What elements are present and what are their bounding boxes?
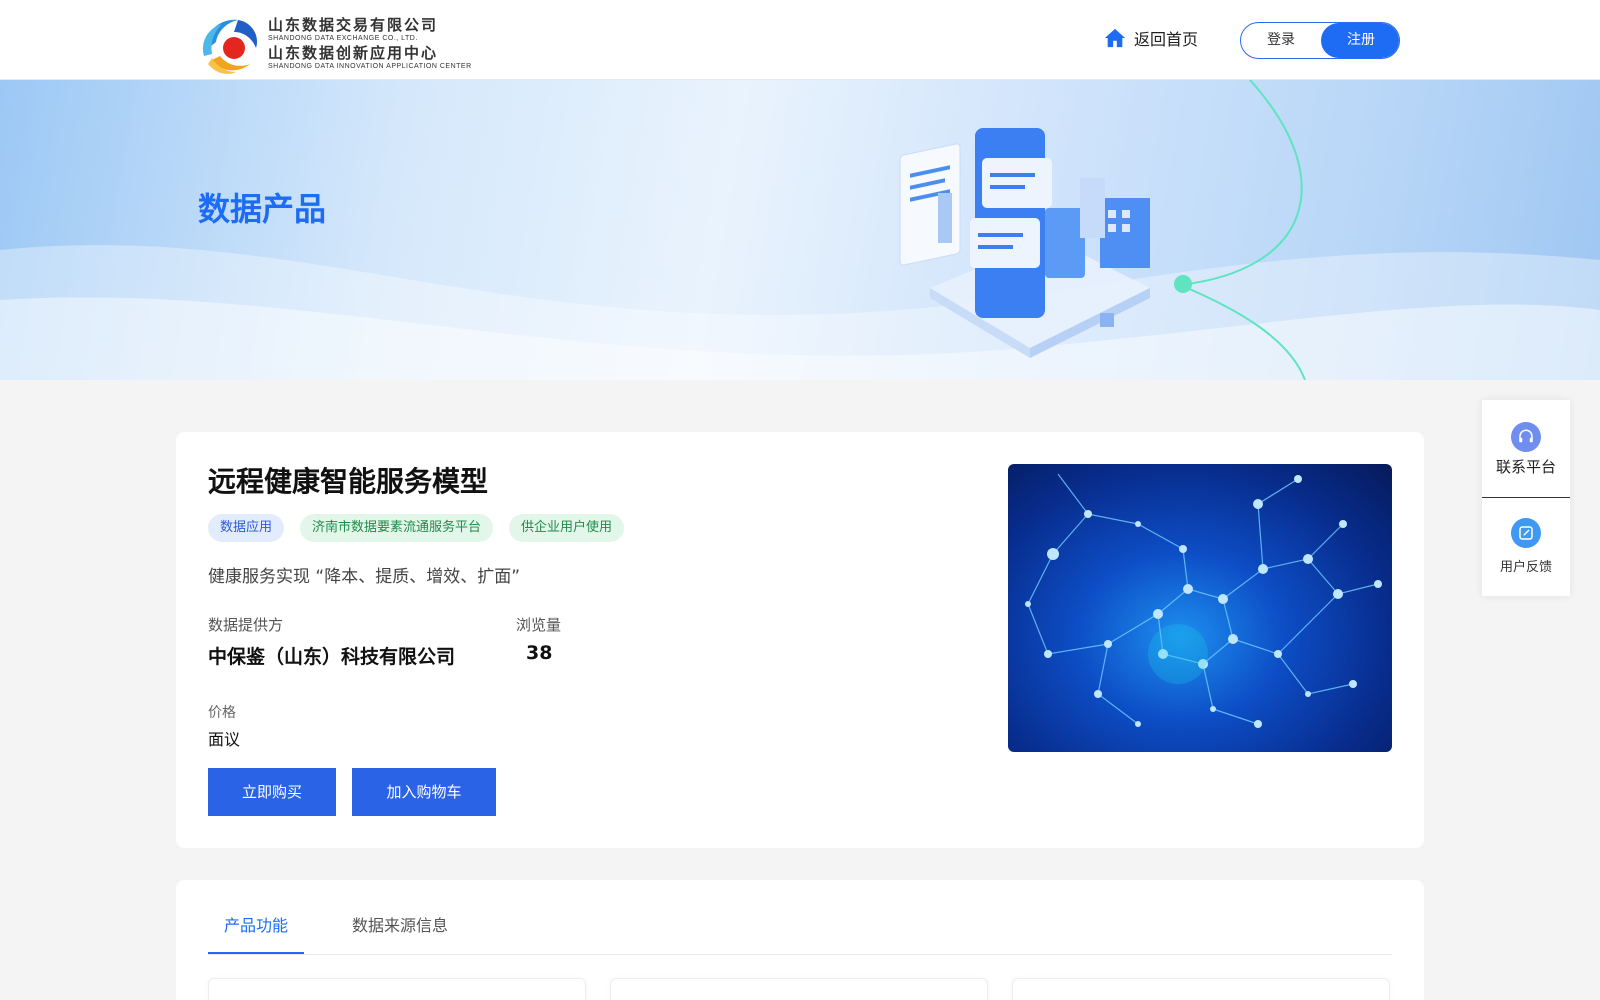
edit-icon (1511, 518, 1541, 548)
feature-card (1012, 978, 1390, 1000)
product-detail-tabs: 产品功能 数据来源信息 (176, 880, 1424, 1000)
logo-center-name-en: SHANDONG DATA INNOVATION APPLICATION CEN… (268, 63, 472, 70)
login-button[interactable]: 登录 (1241, 23, 1321, 58)
logo-emblem-icon (202, 19, 258, 74)
tab-divider (208, 954, 1392, 955)
product-card: 远程健康智能服务模型 数据应用 济南市数据要素流通服务平台 供企业用户使用 健康… (176, 432, 1424, 848)
user-feedback-label: 用户反馈 (1499, 560, 1552, 575)
tag-platform: 济南市数据要素流通服务平台 (300, 514, 494, 542)
top-header: 山东数据交易有限公司 SHANDONG DATA EXCHANGE CO., L… (0, 0, 1600, 80)
auth-buttons: 登录 注册 (1240, 22, 1400, 59)
contact-platform-button[interactable]: 联系平台 (1482, 422, 1570, 477)
company-logo[interactable]: 山东数据交易有限公司 SHANDONG DATA EXCHANGE CO., L… (198, 12, 472, 76)
home-icon (1104, 28, 1126, 48)
logo-center-name: 山东数据创新应用中心 (268, 44, 439, 62)
side-float-panel: 联系平台 用户反馈 (1482, 400, 1570, 596)
buy-now-button[interactable]: 立即购买 (208, 768, 336, 816)
views-value: 38 (526, 642, 553, 664)
contact-platform-label: 联系平台 (1495, 458, 1556, 476)
active-tab-indicator (208, 952, 304, 954)
product-title: 远程健康智能服务模型 (208, 465, 489, 498)
network-molecule-image (1025, 473, 1382, 728)
feature-card (208, 978, 586, 1000)
product-description: 健康服务实现 “降本、提质、增效、扩面” (208, 567, 521, 587)
product-image (1008, 464, 1392, 752)
side-divider (1482, 497, 1570, 498)
logo-text: 山东数据交易有限公司 SHANDONG DATA EXCHANGE CO., L… (268, 16, 472, 72)
logo-company-name-en: SHANDONG DATA EXCHANGE CO., LTD. (268, 35, 418, 42)
provider-value: 中保鉴（山东）科技有限公司 (208, 646, 456, 668)
home-link-label: 返回首页 (1134, 30, 1199, 49)
page-banner: 数据产品 (0, 80, 1600, 380)
provider-label: 数据提供方 (208, 616, 284, 634)
views-label: 浏览量 (516, 616, 562, 634)
headset-icon (1511, 422, 1541, 452)
add-to-cart-button[interactable]: 加入购物车 (352, 768, 496, 816)
logo-company-name: 山东数据交易有限公司 (268, 16, 439, 34)
tag-category: 数据应用 (208, 514, 285, 542)
data-documents-illustration (899, 128, 1150, 358)
product-tags: 数据应用 济南市数据要素流通服务平台 供企业用户使用 (208, 514, 640, 542)
home-link[interactable]: 返回首页 (1104, 26, 1198, 50)
price-value: 面议 (208, 730, 241, 749)
tab-data-source[interactable]: 数据来源信息 (352, 912, 448, 936)
price-label: 价格 (208, 705, 236, 721)
feature-card (610, 978, 988, 1000)
register-button[interactable]: 注册 (1321, 23, 1399, 58)
page-title: 数据产品 (198, 190, 327, 228)
user-feedback-button[interactable]: 用户反馈 (1482, 518, 1570, 575)
tab-product-function[interactable]: 产品功能 (224, 912, 288, 936)
tag-audience: 供企业用户使用 (509, 514, 625, 542)
banner-waves (0, 80, 1600, 380)
